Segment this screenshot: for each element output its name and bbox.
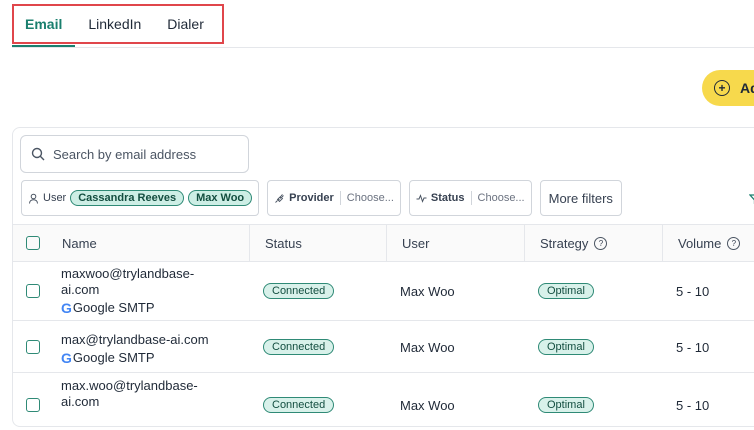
add-button-label: Ad [740, 80, 754, 96]
row-checkbox[interactable] [26, 340, 40, 354]
status-badge: Connected [263, 283, 335, 299]
google-icon: G [61, 350, 72, 366]
status-separator [470, 191, 472, 205]
status-filter-label: Status [430, 192, 465, 204]
tab-dialer[interactable]: Dialer [154, 4, 217, 44]
user-filter[interactable]: User Cassandra Reeves Max Woo [21, 180, 260, 216]
provider-line: G Google SMTP [61, 300, 221, 316]
strategy-cell: Optimal [538, 283, 594, 299]
row-checkbox-cell [26, 398, 40, 412]
user-chip-max[interactable]: Max Woo [188, 190, 253, 206]
filters-bar: User Cassandra Reeves Max Woo Provider C… [21, 180, 622, 216]
status-cell: Connected [263, 283, 335, 299]
provider-name: Google SMTP [72, 350, 155, 365]
filter-icon[interactable] [749, 194, 754, 206]
user-cell: Max Woo [400, 398, 455, 413]
email-cell: max@trylandbase-ai.com G Google SMTP [61, 332, 221, 366]
tab-email[interactable]: Email [12, 4, 76, 47]
user-filter-label: User [43, 192, 67, 204]
user-cell: Max Woo [400, 284, 455, 299]
status-badge: Connected [263, 397, 335, 413]
user-icon [29, 193, 38, 204]
more-filters-button[interactable]: More filters [539, 180, 622, 216]
row-checkbox-cell [26, 340, 40, 354]
col-volume-label: Volume [678, 235, 722, 251]
google-icon: G [61, 300, 72, 316]
plus-circle-icon: + [714, 80, 730, 96]
select-all-cell [26, 225, 40, 261]
col-status[interactable]: Status [249, 225, 302, 261]
strategy-cell: Optimal [538, 397, 594, 413]
tab-list: Email LinkedIn Dialer [12, 4, 217, 47]
provider-line: G Google SMTP [61, 350, 221, 366]
email-cell: max.woo@trylandbase-ai.com [61, 378, 221, 410]
volume-cell: 5 - 10 [676, 340, 710, 355]
search-placeholder: Search by email address [53, 146, 197, 162]
select-all-checkbox[interactable] [26, 236, 40, 250]
strategy-badge: Optimal [538, 339, 594, 355]
provider-separator [339, 191, 341, 205]
table-row[interactable]: max.woo@trylandbase-ai.com Connected Max… [13, 372, 754, 430]
status-cell: Connected [263, 397, 335, 413]
col-strategy[interactable]: Strategy ? [524, 225, 608, 261]
plug-icon [275, 193, 284, 203]
add-button[interactable]: + Ad [702, 70, 754, 106]
mailbox-panel: Search by email address User Cassandra R… [12, 127, 754, 427]
email-address: max.woo@trylandbase-ai.com [61, 378, 198, 409]
search-field[interactable]: Search by email address [20, 135, 249, 173]
status-cell: Connected [263, 339, 335, 355]
tabs-divider [12, 47, 754, 48]
provider-filter-value: Choose... [346, 192, 394, 204]
volume-cell: 5 - 10 [676, 284, 710, 299]
strategy-badge: Optimal [538, 283, 594, 299]
volume-cell: 5 - 10 [676, 398, 710, 413]
email-address: maxwoo@trylandbase-ai.com [61, 266, 195, 297]
table-row[interactable]: max@trylandbase-ai.com G Google SMTP Conn… [13, 320, 754, 373]
email-address: max@trylandbase-ai.com [61, 332, 209, 347]
user-cell: Max Woo [400, 340, 455, 355]
table-row[interactable]: maxwoo@trylandbase-ai.com G Google SMTP C… [13, 262, 754, 321]
strategy-cell: Optimal [538, 339, 594, 355]
email-cell: maxwoo@trylandbase-ai.com G Google SMTP [61, 266, 221, 316]
user-chip-cassandra[interactable]: Cassandra Reeves [70, 190, 185, 206]
col-volume[interactable]: Volume ? [662, 225, 741, 261]
activity-icon [416, 193, 427, 203]
row-checkbox[interactable] [26, 284, 40, 298]
tab-linkedin[interactable]: LinkedIn [75, 4, 154, 44]
row-checkbox[interactable] [26, 398, 40, 412]
row-checkbox-cell [26, 284, 40, 298]
provider-name: Google SMTP [72, 300, 155, 315]
col-name[interactable]: Name [62, 225, 97, 261]
strategy-badge: Optimal [538, 397, 594, 413]
provider-filter-label: Provider [289, 192, 334, 204]
table-header: Name Status User Strategy ? Volume ? [13, 224, 754, 262]
help-icon[interactable]: ? [727, 236, 741, 250]
status-filter[interactable]: Status Choose... [408, 180, 532, 216]
provider-filter[interactable]: Provider Choose... [267, 180, 401, 216]
status-badge: Connected [263, 339, 335, 355]
status-filter-value: Choose... [477, 192, 525, 204]
help-icon[interactable]: ? [594, 236, 608, 250]
col-strategy-label: Strategy [540, 235, 589, 251]
col-user[interactable]: User [386, 225, 429, 261]
search-icon [31, 147, 45, 161]
